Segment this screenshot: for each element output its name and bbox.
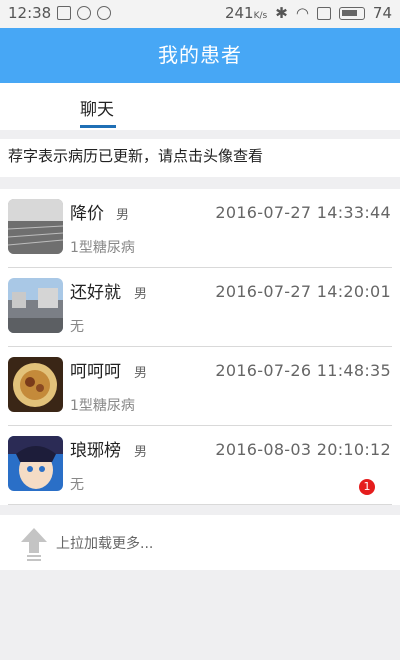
message-time: 2016-07-26 11:48:35 xyxy=(215,361,391,380)
message-time: 2016-07-27 14:33:44 xyxy=(215,203,391,222)
check-circle-icon xyxy=(77,6,92,20)
bluetooth-icon: ✱ xyxy=(275,4,288,22)
tab-active-indicator xyxy=(80,125,116,128)
list-item[interactable]: 呵呵呵 男 2016-07-26 11:48:35 1型糖尿病 xyxy=(0,347,400,426)
patient-diagnosis: 无 xyxy=(70,319,84,335)
tab-bar: 聊天 xyxy=(0,83,400,130)
patient-gender: 男 xyxy=(134,366,148,381)
battery-level: 74 xyxy=(372,4,392,22)
hint-text: 荐字表示病历已更新，请点击头像查看 xyxy=(0,139,400,177)
patient-list: 降价 男 2016-07-27 14:33:44 1型糖尿病 还好就 男 201… xyxy=(0,189,400,505)
avatar[interactable] xyxy=(8,278,63,333)
clock-time: 12:38 xyxy=(8,4,52,22)
patient-name: 降价 xyxy=(70,204,104,224)
page-title: 我的患者 xyxy=(0,28,400,83)
list-item[interactable]: 降价 男 2016-07-27 14:33:44 1型糖尿病 xyxy=(0,189,400,268)
avatar[interactable] xyxy=(8,357,63,412)
patient-name: 还好就 xyxy=(70,283,121,303)
image-icon xyxy=(57,6,72,20)
list-item[interactable]: 还好就 男 2016-07-27 14:20:01 无 xyxy=(0,268,400,347)
battery-icon xyxy=(338,6,365,20)
list-item[interactable]: 琅琊榜 男 2016-08-03 20:10:12 无 1 xyxy=(0,426,400,505)
load-more[interactable]: 上拉加载更多... xyxy=(0,515,400,570)
message-time: 2016-08-03 20:10:12 xyxy=(215,440,391,459)
arrow-up-icon xyxy=(21,528,47,561)
unread-badge: 1 xyxy=(359,479,375,495)
patient-diagnosis: 无 xyxy=(70,477,84,493)
avatar[interactable] xyxy=(8,199,63,254)
wifi-icon: ◠ xyxy=(295,4,309,22)
status-bar: 12:38 241K/s ✱ ◠ 74 xyxy=(0,0,400,28)
tab-chat[interactable]: 聊天 xyxy=(80,95,114,120)
message-time: 2016-07-27 14:20:01 xyxy=(215,282,391,301)
patient-gender: 男 xyxy=(134,445,148,460)
square-icon xyxy=(316,6,331,20)
patient-gender: 男 xyxy=(116,208,130,223)
divider xyxy=(8,504,392,505)
clock-icon xyxy=(97,6,112,20)
load-more-label: 上拉加载更多... xyxy=(56,536,154,552)
avatar[interactable] xyxy=(8,436,63,491)
patient-gender: 男 xyxy=(134,287,148,302)
patient-name: 琅琊榜 xyxy=(70,441,121,461)
patient-diagnosis: 1型糖尿病 xyxy=(70,398,135,414)
net-speed: 241K/s xyxy=(224,4,268,22)
patient-diagnosis: 1型糖尿病 xyxy=(70,240,135,256)
patient-name: 呵呵呵 xyxy=(70,362,121,382)
